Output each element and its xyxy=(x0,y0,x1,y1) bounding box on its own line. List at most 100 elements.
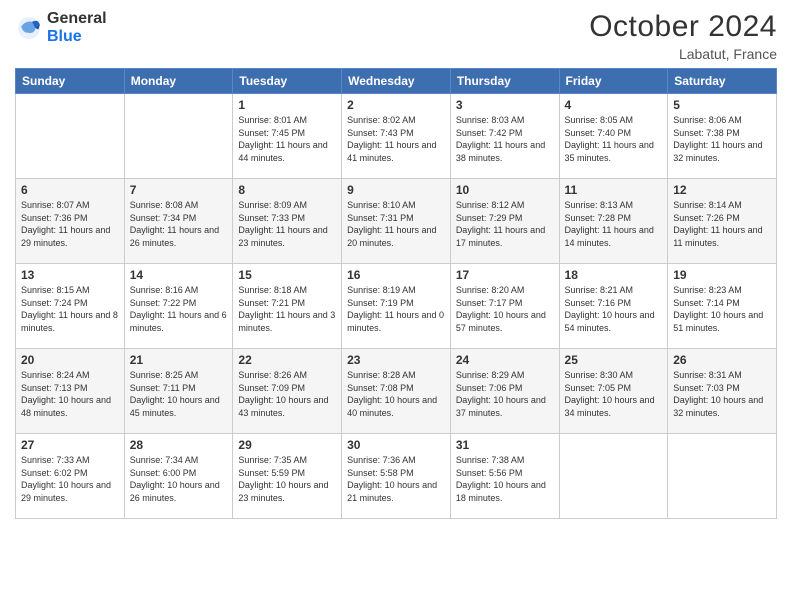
day-cell: 26Sunrise: 8:31 AMSunset: 7:03 PMDayligh… xyxy=(668,349,777,434)
day-cell: 30 Sunrise: 7:36 AMSunset: 5:58 PMDayligh… xyxy=(342,434,451,519)
day-cell: 1 Sunrise: 8:01 AMSunset: 7:45 PMDaylight… xyxy=(233,94,342,179)
day-cell: 16 Sunrise: 8:19 AMSunset: 7:19 PMDayligh… xyxy=(342,264,451,349)
day-cell: 10Sunrise: 8:12 AMSunset: 7:29 PMDayligh… xyxy=(450,179,559,264)
month-title: October 2024 xyxy=(589,10,777,44)
week-row-3: 13 Sunrise: 8:15 AMSunset: 7:24 PMDayligh… xyxy=(16,264,777,349)
day-info: Sunrise: 8:14 AMSunset: 7:26 PMDaylight:… xyxy=(673,199,771,249)
day-info: Sunrise: 8:09 AMSunset: 7:33 PMDaylight:… xyxy=(238,199,336,249)
day-cell: 31 Sunrise: 7:38 AMSunset: 5:56 PMDayligh… xyxy=(450,434,559,519)
day-info: Sunrise: 7:33 AMSunset: 6:02 PMDaylight:… xyxy=(21,454,119,504)
day-info: Sunrise: 8:10 AMSunset: 7:31 PMDaylight:… xyxy=(347,199,445,249)
day-info: Sunrise: 8:29 AMSunset: 7:06 PMDaylight:… xyxy=(456,369,554,419)
day-cell: 29Sunrise: 7:35 AMSunset: 5:59 PMDayligh… xyxy=(233,434,342,519)
weekday-header-saturday: Saturday xyxy=(668,69,777,94)
day-number: 16 xyxy=(347,268,445,282)
week-row-2: 6 Sunrise: 8:07 AMSunset: 7:36 PMDaylight… xyxy=(16,179,777,264)
day-info: Sunrise: 7:35 AMSunset: 5:59 PMDaylight:… xyxy=(238,454,336,504)
day-cell: 13 Sunrise: 8:15 AMSunset: 7:24 PMDayligh… xyxy=(16,264,125,349)
day-number: 31 xyxy=(456,438,554,452)
day-cell xyxy=(559,434,668,519)
day-number: 18 xyxy=(565,268,663,282)
day-cell: 17 Sunrise: 8:20 AMSunset: 7:17 PMDayligh… xyxy=(450,264,559,349)
day-number: 13 xyxy=(21,268,119,282)
logo-text-line2: Blue xyxy=(47,28,107,46)
day-info: Sunrise: 8:19 AMSunset: 7:19 PMDaylight:… xyxy=(347,284,445,334)
location: Labatut, France xyxy=(589,46,777,62)
day-cell: 22Sunrise: 8:26 AMSunset: 7:09 PMDayligh… xyxy=(233,349,342,434)
day-cell xyxy=(668,434,777,519)
day-info: Sunrise: 8:02 AMSunset: 7:43 PMDaylight:… xyxy=(347,114,445,164)
day-info: Sunrise: 8:01 AMSunset: 7:45 PMDaylight:… xyxy=(238,114,336,164)
weekday-header-row: SundayMondayTuesdayWednesdayThursdayFrid… xyxy=(16,69,777,94)
day-number: 19 xyxy=(673,268,771,282)
day-number: 2 xyxy=(347,98,445,112)
calendar-table: SundayMondayTuesdayWednesdayThursdayFrid… xyxy=(15,68,777,519)
day-number: 17 xyxy=(456,268,554,282)
day-number: 14 xyxy=(130,268,228,282)
day-cell: 11 Sunrise: 8:13 AMSunset: 7:28 PMDayligh… xyxy=(559,179,668,264)
day-number: 5 xyxy=(673,98,771,112)
day-info: Sunrise: 8:20 AMSunset: 7:17 PMDaylight:… xyxy=(456,284,554,334)
day-cell: 2 Sunrise: 8:02 AMSunset: 7:43 PMDaylight… xyxy=(342,94,451,179)
day-cell: 25 Sunrise: 8:30 AMSunset: 7:05 PMDayligh… xyxy=(559,349,668,434)
day-number: 1 xyxy=(238,98,336,112)
day-info: Sunrise: 8:13 AMSunset: 7:28 PMDaylight:… xyxy=(565,199,663,249)
weekday-header-monday: Monday xyxy=(124,69,233,94)
day-number: 22 xyxy=(238,353,336,367)
day-number: 24 xyxy=(456,353,554,367)
day-info: Sunrise: 8:24 AMSunset: 7:13 PMDaylight:… xyxy=(21,369,119,419)
day-cell xyxy=(16,94,125,179)
day-number: 7 xyxy=(130,183,228,197)
week-row-1: 1 Sunrise: 8:01 AMSunset: 7:45 PMDaylight… xyxy=(16,94,777,179)
day-info: Sunrise: 8:23 AMSunset: 7:14 PMDaylight:… xyxy=(673,284,771,334)
day-cell: 8 Sunrise: 8:09 AMSunset: 7:33 PMDaylight… xyxy=(233,179,342,264)
day-info: Sunrise: 7:34 AMSunset: 6:00 PMDaylight:… xyxy=(130,454,228,504)
day-cell: 4Sunrise: 8:05 AMSunset: 7:40 PMDaylight… xyxy=(559,94,668,179)
title-section: October 2024 Labatut, France xyxy=(589,10,777,62)
day-number: 25 xyxy=(565,353,663,367)
day-cell: 27Sunrise: 7:33 AMSunset: 6:02 PMDayligh… xyxy=(16,434,125,519)
weekday-header-tuesday: Tuesday xyxy=(233,69,342,94)
day-cell: 7 Sunrise: 8:08 AMSunset: 7:34 PMDaylight… xyxy=(124,179,233,264)
day-info: Sunrise: 8:15 AMSunset: 7:24 PMDaylight:… xyxy=(21,284,119,334)
day-number: 21 xyxy=(130,353,228,367)
day-cell: 14 Sunrise: 8:16 AMSunset: 7:22 PMDayligh… xyxy=(124,264,233,349)
day-number: 12 xyxy=(673,183,771,197)
weekday-header-sunday: Sunday xyxy=(16,69,125,94)
day-cell: 12 Sunrise: 8:14 AMSunset: 7:26 PMDayligh… xyxy=(668,179,777,264)
day-cell: 6 Sunrise: 8:07 AMSunset: 7:36 PMDaylight… xyxy=(16,179,125,264)
day-cell: 3 Sunrise: 8:03 AMSunset: 7:42 PMDaylight… xyxy=(450,94,559,179)
day-cell: 21 Sunrise: 8:25 AMSunset: 7:11 PMDayligh… xyxy=(124,349,233,434)
logo-text-line1: General xyxy=(47,10,107,28)
day-number: 3 xyxy=(456,98,554,112)
weekday-header-wednesday: Wednesday xyxy=(342,69,451,94)
day-info: Sunrise: 8:12 AMSunset: 7:29 PMDaylight:… xyxy=(456,199,554,249)
day-number: 6 xyxy=(21,183,119,197)
day-number: 15 xyxy=(238,268,336,282)
day-cell: 9Sunrise: 8:10 AMSunset: 7:31 PMDaylight… xyxy=(342,179,451,264)
day-number: 8 xyxy=(238,183,336,197)
day-cell: 5Sunrise: 8:06 AMSunset: 7:38 PMDaylight… xyxy=(668,94,777,179)
day-cell: 23Sunrise: 8:28 AMSunset: 7:08 PMDayligh… xyxy=(342,349,451,434)
day-number: 26 xyxy=(673,353,771,367)
logo: General Blue xyxy=(15,10,107,45)
day-info: Sunrise: 8:07 AMSunset: 7:36 PMDaylight:… xyxy=(21,199,119,249)
day-info: Sunrise: 8:03 AMSunset: 7:42 PMDaylight:… xyxy=(456,114,554,164)
day-number: 28 xyxy=(130,438,228,452)
weekday-header-friday: Friday xyxy=(559,69,668,94)
day-info: Sunrise: 7:38 AMSunset: 5:56 PMDaylight:… xyxy=(456,454,554,504)
day-info: Sunrise: 8:30 AMSunset: 7:05 PMDaylight:… xyxy=(565,369,663,419)
day-number: 11 xyxy=(565,183,663,197)
day-info: Sunrise: 8:16 AMSunset: 7:22 PMDaylight:… xyxy=(130,284,228,334)
day-cell: 28 Sunrise: 7:34 AMSunset: 6:00 PMDayligh… xyxy=(124,434,233,519)
day-info: Sunrise: 7:36 AMSunset: 5:58 PMDaylight:… xyxy=(347,454,445,504)
day-cell: 15 Sunrise: 8:18 AMSunset: 7:21 PMDayligh… xyxy=(233,264,342,349)
day-cell: 20Sunrise: 8:24 AMSunset: 7:13 PMDayligh… xyxy=(16,349,125,434)
day-cell: 19 Sunrise: 8:23 AMSunset: 7:14 PMDayligh… xyxy=(668,264,777,349)
day-number: 30 xyxy=(347,438,445,452)
day-info: Sunrise: 8:18 AMSunset: 7:21 PMDaylight:… xyxy=(238,284,336,334)
weekday-header-thursday: Thursday xyxy=(450,69,559,94)
day-cell: 24 Sunrise: 8:29 AMSunset: 7:06 PMDayligh… xyxy=(450,349,559,434)
day-info: Sunrise: 8:25 AMSunset: 7:11 PMDaylight:… xyxy=(130,369,228,419)
day-info: Sunrise: 8:08 AMSunset: 7:34 PMDaylight:… xyxy=(130,199,228,249)
